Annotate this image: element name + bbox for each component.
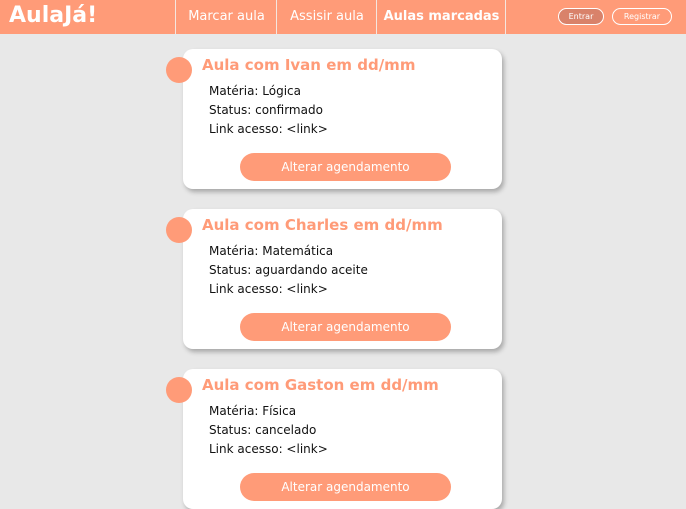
nav-aulas-marcadas[interactable]: Aulas marcadas xyxy=(376,0,506,34)
class-link: Link acesso: <link> xyxy=(209,282,328,296)
class-subject: Matéria: Física xyxy=(209,404,297,418)
nav-divider xyxy=(505,0,506,34)
class-title: Aula com Charles em dd/mm xyxy=(202,216,443,234)
teacher-avatar xyxy=(166,217,192,243)
class-card: Aula com Charles em dd/mm Matéria: Matem… xyxy=(183,209,502,349)
register-button[interactable]: Registrar xyxy=(612,8,672,25)
class-status: Status: confirmado xyxy=(209,103,323,117)
change-booking-button[interactable]: Alterar agendamento xyxy=(240,313,451,341)
top-navbar: AulaJá! Marcar aula Assisir aula Aulas m… xyxy=(0,0,686,34)
class-link: Link acesso: <link> xyxy=(209,442,328,456)
class-card: Aula com Gaston em dd/mm Matéria: Física… xyxy=(183,369,502,509)
teacher-avatar xyxy=(166,377,192,403)
class-link: Link acesso: <link> xyxy=(209,122,328,136)
class-title: Aula com Gaston em dd/mm xyxy=(202,376,439,394)
nav-assistir-aula[interactable]: Assisir aula xyxy=(276,0,377,34)
nav-marcar-aula[interactable]: Marcar aula xyxy=(175,0,277,34)
class-title: Aula com Ivan em dd/mm xyxy=(202,56,416,74)
change-booking-button[interactable]: Alterar agendamento xyxy=(240,473,451,501)
app-logo[interactable]: AulaJá! xyxy=(9,3,97,28)
teacher-avatar xyxy=(166,57,192,83)
class-status: Status: aguardando aceite xyxy=(209,263,368,277)
class-card: Aula com Ivan em dd/mm Matéria: Lógica S… xyxy=(183,49,502,189)
change-booking-button[interactable]: Alterar agendamento xyxy=(240,153,451,181)
class-subject: Matéria: Lógica xyxy=(209,84,301,98)
class-subject: Matéria: Matemática xyxy=(209,244,334,258)
login-button[interactable]: Entrar xyxy=(558,8,604,25)
class-status: Status: cancelado xyxy=(209,423,317,437)
